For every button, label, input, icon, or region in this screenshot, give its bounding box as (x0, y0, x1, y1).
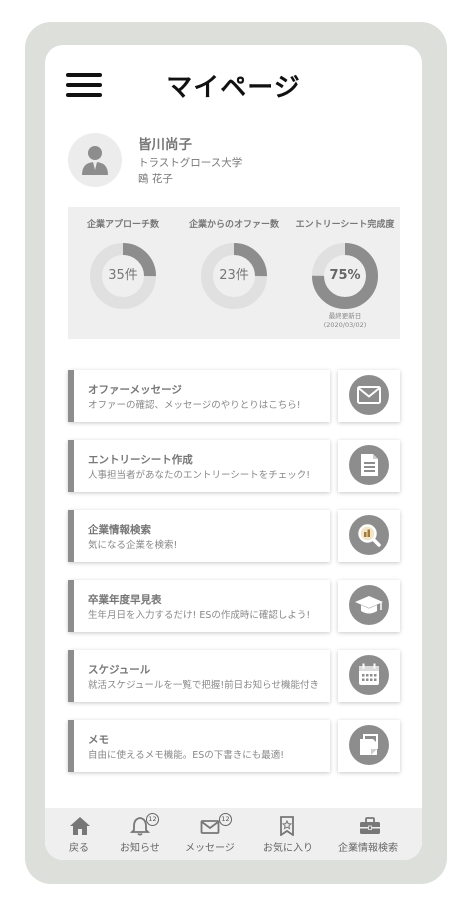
notification-badge: 12 (146, 813, 159, 826)
nav-favorites[interactable]: お気に入り (261, 808, 313, 860)
nav-messages[interactable]: 12 メッセージ (183, 808, 239, 860)
menu-icon-button[interactable] (338, 720, 400, 772)
stat-offer-count: 企業からのオファー数 23件 (179, 207, 289, 339)
menu-desc: 生年月日を入力するだけ! ESの作成時に確認しよう! (88, 610, 311, 621)
stat-entry-sheet-completion: エントリーシート完成度 75% 最終更新日 (2020/03/02) (290, 207, 400, 339)
envelope-icon (349, 375, 389, 415)
nav-label: 企業情報検索 (338, 843, 398, 854)
stat-approach-count: 企業アプローチ数 35件 (68, 207, 178, 339)
menu-icon-button[interactable] (338, 650, 400, 702)
menu-item-company-search: 企業情報検索 気になる企業を検索! (68, 510, 400, 562)
bottom-navigation: 戻る 12 お知らせ 12 メッセージ お気に入り 企業情報検索 (45, 808, 422, 860)
user-icon (82, 146, 108, 175)
menu-card[interactable]: 卒業年度早見表 生年月日を入力するだけ! ESの作成時に確認しよう! (68, 580, 330, 632)
menu-item-offer-message: オファーメッセージ オファーの確認、メッセージのやりとりはこちら! (68, 370, 400, 422)
menu-desc: 就活スケジュールを一覧で把握!前日お知らせ機能付き (88, 680, 319, 691)
profile-name: 皆川尚子 (138, 137, 192, 153)
mail-icon (200, 820, 220, 834)
briefcase-icon (360, 817, 380, 834)
last-updated-label: 最終更新日 (328, 312, 362, 320)
menu-card[interactable]: スケジュール 就活スケジュールを一覧で把握!前日お知らせ機能付き (68, 650, 330, 702)
stat-label: エントリーシート完成度 (295, 220, 395, 230)
menu-title: 卒業年度早見表 (88, 594, 162, 606)
nav-label: お気に入り (263, 843, 313, 854)
menu-title: 企業情報検索 (88, 524, 151, 536)
nav-notifications[interactable]: 12 お知らせ (117, 808, 167, 860)
stats-panel: 企業アプローチ数 35件 企業からのオファー数 23件 エントリーシート完成度 … (68, 207, 400, 339)
menu-card[interactable]: オファーメッセージ オファーの確認、メッセージのやりとりはこちら! (68, 370, 330, 422)
avatar (68, 133, 122, 187)
nav-label: 戻る (69, 843, 89, 854)
stat-label: 企業アプローチ数 (86, 220, 159, 230)
last-updated-note: 最終更新日 (2020/03/02) (290, 312, 400, 330)
stat-value: 23件 (219, 268, 249, 283)
menu-item-graduation-chart: 卒業年度早見表 生年月日を入力するだけ! ESの作成時に確認しよう! (68, 580, 400, 632)
page-title: マイページ (166, 73, 301, 103)
nav-label: お知らせ (120, 843, 160, 854)
calendar-icon (349, 655, 389, 695)
menu-card[interactable]: メモ 自由に使えるメモ機能。ESの下書きにも最適! (68, 720, 330, 772)
profile-subname: 鴎 花子 (138, 173, 173, 185)
menu-icon-button[interactable] (338, 440, 400, 492)
memo-icon (349, 725, 389, 765)
search-company-icon (349, 515, 389, 555)
menu-desc: 気になる企業を検索! (88, 540, 178, 551)
menu-icon-button[interactable] (338, 510, 400, 562)
menu-desc: オファーの確認、メッセージのやりとりはこちら! (88, 400, 301, 411)
menu-card[interactable]: エントリーシート作成 人事担当者があなたのエントリーシートをチェック! (68, 440, 330, 492)
nav-home[interactable]: 戻る (59, 808, 101, 860)
menu-item-memo: メモ 自由に使えるメモ機能。ESの下書きにも最適! (68, 720, 400, 772)
menu-card[interactable]: 企業情報検索 気になる企業を検索! (68, 510, 330, 562)
menu-title: メモ (88, 734, 109, 746)
menu-desc: 自由に使えるメモ機能。ESの下書きにも最適! (88, 750, 285, 761)
last-updated-date: (2020/03/02) (323, 321, 367, 329)
profile-school: トラストグロース大学 (138, 157, 243, 169)
menu-icon-button[interactable] (338, 580, 400, 632)
stat-value: 75% (329, 268, 361, 283)
stat-value: 35件 (108, 268, 138, 283)
nav-label: メッセージ (185, 843, 235, 854)
home-icon (70, 817, 90, 835)
nav-company-search[interactable]: 企業情報検索 (335, 808, 407, 860)
graduation-cap-icon (349, 585, 389, 625)
menu-title: オファーメッセージ (88, 384, 182, 396)
app-screen: マイページ 皆川尚子 トラストグロース大学 鴎 花子 企業アプローチ数 35件 … (45, 45, 422, 860)
menu-title: スケジュール (88, 664, 151, 676)
document-icon (349, 445, 389, 485)
menu-item-schedule: スケジュール 就活スケジュールを一覧で把握!前日お知らせ機能付き (68, 650, 400, 702)
menu-item-entry-sheet: エントリーシート作成 人事担当者があなたのエントリーシートをチェック! (68, 440, 400, 492)
bookmark-icon (280, 816, 294, 836)
menu-desc: 人事担当者があなたのエントリーシートをチェック! (88, 470, 311, 481)
menu-icon-button[interactable] (338, 370, 400, 422)
menu-title: エントリーシート作成 (88, 454, 193, 466)
stat-label: 企業からのオファー数 (188, 220, 279, 230)
message-badge: 12 (219, 813, 232, 826)
